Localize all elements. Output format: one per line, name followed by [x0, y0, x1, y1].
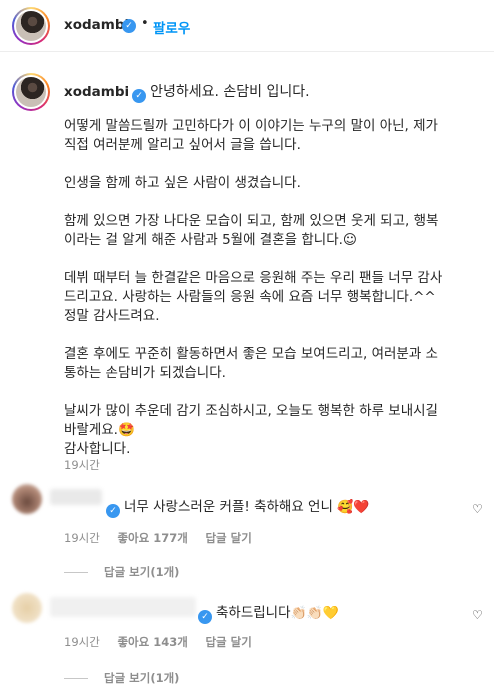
heart-outline-icon[interactable]: ♡ [472, 502, 483, 516]
header-username[interactable]: xodambi [64, 17, 129, 33]
verified-badge-icon: ✓ [106, 504, 120, 518]
reply-button[interactable]: 답글 달기 [205, 635, 251, 649]
caption-paragraph: 함께 있으면 가장 나다운 모습이 되고, 함께 있으면 웃게 되고, 행복 이… [64, 213, 439, 248]
caption-text: 어떻게 말씀드릴까 고민하다가 이 이야기는 누구의 말이 아닌, 제가 직접 … [64, 117, 484, 459]
comment-text: ✓ 축하드립니다👏🏻👏🏻💛 [198, 601, 339, 624]
view-replies-label: 답글 보기(1개) [104, 671, 180, 685]
comment-likes[interactable]: 좋아요 143개 [117, 635, 187, 649]
replies-divider [64, 678, 88, 679]
comment-text: ✓ 너무 사랑스러운 커플! 축하해요 언니 🥰❤️ [106, 495, 370, 518]
comment-avatar[interactable] [12, 593, 42, 623]
comment-meta: 19시간 좋아요 143개 답글 달기 [64, 634, 266, 650]
view-replies-button[interactable]: 답글 보기(1개) [64, 564, 179, 580]
comment-avatar[interactable] [12, 484, 42, 514]
comment-time[interactable]: 19시간 [64, 531, 100, 545]
caption-header: xodambi ✓ 안녕하세요. 손담비 입니다. [64, 81, 310, 103]
blurred-username[interactable] [50, 597, 196, 617]
caption-paragraph: 결혼 후에도 꾸준히 활동하면서 좋은 모습 보여드리고, 여러분과 소 통하는… [64, 346, 438, 381]
verified-badge-icon: ✓ [132, 89, 147, 103]
caption-paragraph: 날씨가 많이 추운데 감기 조심하시고, 오늘도 행복한 하루 보내시길 바랄게… [64, 403, 438, 457]
caption-avatar[interactable] [12, 73, 50, 111]
verified-badge-icon: ✓ [122, 19, 136, 33]
verified-badge-icon: ✓ [198, 610, 212, 624]
post-header: xodambi ✓ • 팔로우 [0, 0, 494, 52]
comment-time[interactable]: 19시간 [64, 635, 100, 649]
comment-body: 축하드립니다 [216, 605, 291, 621]
comment-body: 너무 사랑스러운 커플! 축하해요 언니 [124, 499, 333, 515]
replies-divider [64, 572, 88, 573]
follow-button[interactable]: 팔로우 [153, 17, 190, 37]
blurred-username[interactable] [50, 489, 102, 505]
caption-timestamp[interactable]: 19시간 [64, 457, 100, 473]
comment-likes[interactable]: 좋아요 177개 [117, 531, 187, 545]
caption-paragraph: 데뷔 때부터 늘 한결같은 마음으로 응원해 주는 우리 팬들 너무 감사 드리… [64, 270, 443, 324]
comment-emojis: 👏🏻👏🏻💛 [290, 606, 340, 621]
view-replies-button[interactable]: 답글 보기(1개) [64, 670, 179, 686]
comment-emojis: 🥰❤️ [337, 500, 370, 515]
reply-button[interactable]: 답글 달기 [205, 531, 251, 545]
view-replies-label: 답글 보기(1개) [104, 565, 180, 579]
caption-paragraph: 어떻게 말씀드릴까 고민하다가 이 이야기는 누구의 말이 아닌, 제가 직접 … [64, 118, 438, 153]
profile-avatar[interactable] [12, 7, 50, 45]
heart-outline-icon[interactable]: ♡ [472, 608, 483, 622]
caption-username[interactable]: xodambi [64, 84, 129, 100]
caption-greeting: 안녕하세요. 손담비 입니다. [150, 84, 310, 100]
caption-paragraph: 인생을 함께 하고 싶은 사람이 생겼습니다. [64, 175, 301, 191]
comment-meta: 19시간 좋아요 177개 답글 달기 [64, 530, 266, 546]
separator-dot: • [141, 16, 149, 31]
